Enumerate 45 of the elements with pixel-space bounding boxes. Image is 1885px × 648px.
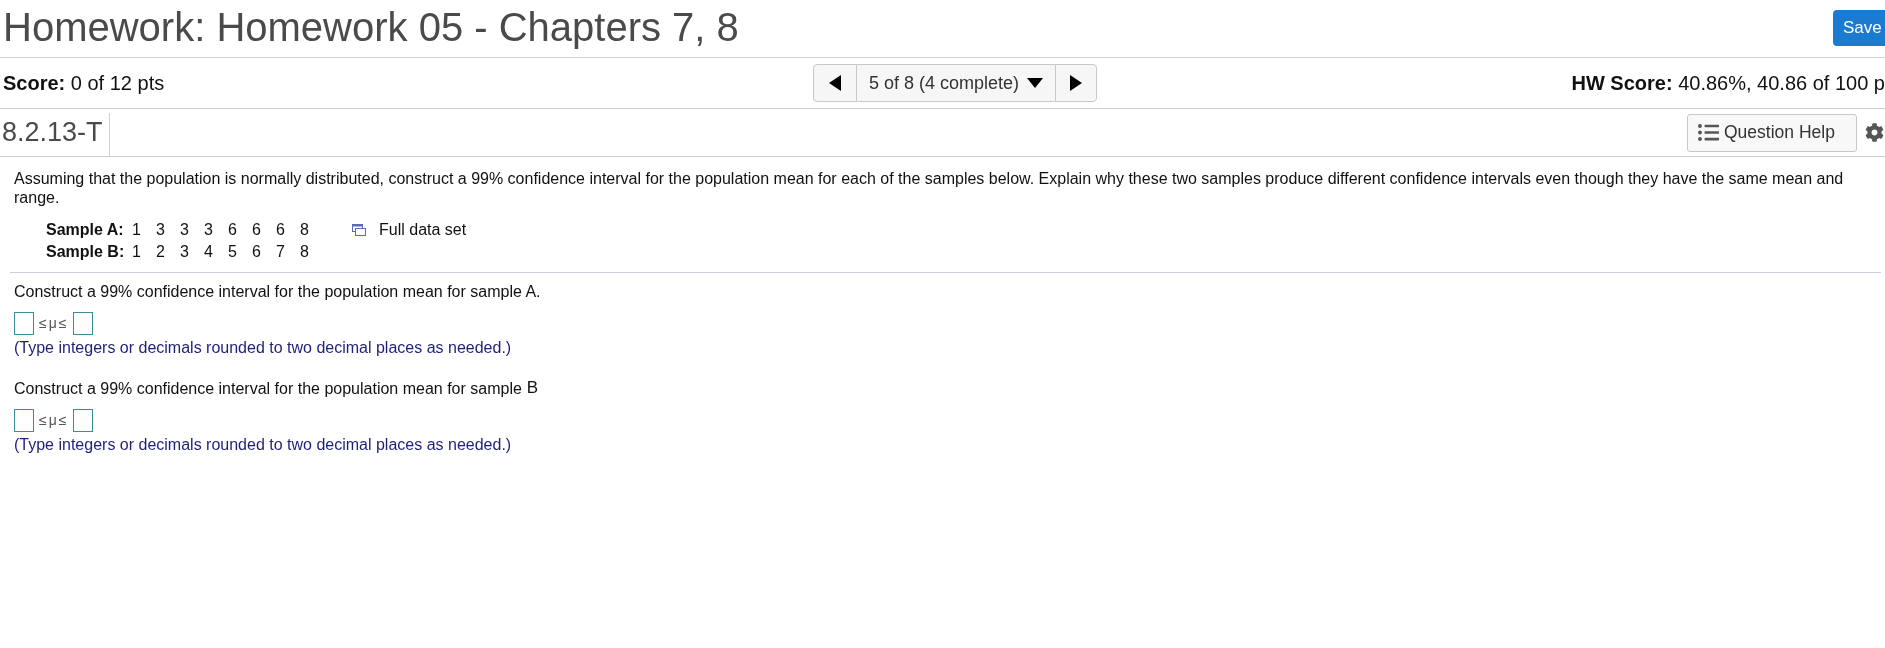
mu-inequality: ≤μ≤ — [39, 410, 69, 430]
sample-label: Sample B: — [46, 242, 126, 262]
overlapping-windows-icon — [352, 224, 366, 236]
save-button[interactable]: Save — [1833, 9, 1885, 46]
sample-value: 2 — [156, 242, 166, 262]
answer-hint: (Type integers or decimals rounded to two decimal places as needed.) — [14, 338, 513, 357]
mu-inequality: ≤μ≤ — [39, 313, 69, 333]
sample-value: 8 — [300, 242, 310, 262]
question-text: Assuming that the population is normally distributed, construct a 99% confidence interval for the population mean for each of the samples below. Explain why these two samples produce different confidence intervals even though they have the same mean and range. — [14, 169, 1845, 207]
answer-hint: (Type integers or decimals rounded to two decimal places as needed.) — [14, 435, 513, 454]
full-data-set-link[interactable]: Full data set — [352, 219, 467, 241]
sample-value: 5 — [228, 242, 238, 262]
caret-right-icon — [1070, 75, 1082, 91]
caret-left-icon — [829, 75, 841, 91]
sample-label: Sample A: — [46, 220, 125, 240]
score-text: Score: 0 of 12 pts — [3, 72, 165, 94]
next-button[interactable] — [1055, 64, 1097, 102]
sample-value: 8 — [300, 220, 310, 240]
question-id: 8.2.13-T — [1, 119, 104, 146]
sample-value: 6 — [228, 220, 238, 240]
sample-value: 4 — [204, 242, 214, 262]
question-help-button[interactable]: Question Help — [1687, 113, 1857, 152]
sample-value: 6 — [252, 220, 262, 240]
part-prompt: Construct a 99% confidence interval for the population mean for sample B — [14, 378, 540, 398]
sample-value: 3 — [204, 220, 214, 240]
sample-value: 3 — [156, 220, 166, 240]
answer-box[interactable] — [73, 311, 94, 335]
sample-value: 6 — [276, 220, 286, 240]
question-selector[interactable]: 5 of 8 (4 complete) — [857, 64, 1055, 102]
answer-box[interactable] — [14, 311, 34, 335]
previous-button[interactable] — [813, 64, 857, 102]
sample-value: 1 — [132, 220, 142, 240]
answer-box[interactable] — [73, 408, 94, 432]
sample-value: 1 — [132, 242, 142, 262]
sample-value: 7 — [276, 242, 286, 262]
answer-box[interactable] — [14, 408, 34, 432]
caret-down-icon — [1027, 78, 1044, 88]
sample-value: 6 — [252, 242, 262, 262]
part-prompt: Construct a 99% confidence interval for the population mean for sample A. — [14, 282, 542, 301]
sample-value: 3 — [180, 242, 190, 262]
page-title: Homework: Homework 05 - Chapters 7, 8 — [2, 6, 739, 51]
list-icon — [1698, 122, 1719, 143]
hw-score-text: HW Score: 40.86%, 40.86 of 100 p — [1571, 71, 1885, 96]
settings-icon[interactable] — [1865, 123, 1884, 142]
sample-value: 3 — [180, 220, 190, 240]
